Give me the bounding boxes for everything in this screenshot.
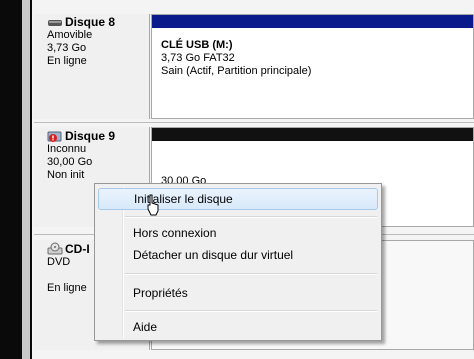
- menu-item-detach-vhd[interactable]: Détacher un disque dur virtuel: [98, 244, 378, 266]
- cd-title: CD-I: [65, 241, 90, 256]
- partition-size: 3,73 Go FAT32: [161, 52, 235, 64]
- cd-drive-icon: [47, 242, 63, 255]
- partition-status: Sain (Actif, Partition principale): [161, 65, 312, 77]
- disk-8-label[interactable]: Disque 8 Amovible 3,73 Go En ligne: [34, 14, 150, 119]
- disk-8-title: Disque 8: [65, 15, 116, 29]
- disk-8-size: 3,73 Go: [47, 42, 87, 54]
- window-left-edge: [0, 0, 32, 359]
- menu-separator: [125, 216, 377, 218]
- disk-8-partition[interactable]: CLÉ USB (M:) 3,73 Go FAT32 Sain (Actif, …: [151, 14, 474, 119]
- disk-8-type: Amovible: [47, 29, 93, 41]
- menu-item-initialize-disk[interactable]: Initialiser le disque: [98, 188, 378, 210]
- disk-9-status: Non init: [47, 169, 85, 181]
- disk-8-title-row: Disque 8: [47, 16, 149, 29]
- disk-9-title: Disque 9: [65, 128, 116, 143]
- menu-item-offline[interactable]: Hors connexion: [98, 222, 378, 244]
- partition-header-bar: [152, 15, 473, 28]
- mouse-cursor-icon: [147, 194, 159, 216]
- usb-drive-icon: [48, 19, 62, 26]
- menu-separator: [125, 310, 377, 312]
- disk-9-title-row: Disque 9: [47, 129, 149, 143]
- disk-9-type: Inconnu: [47, 143, 87, 155]
- disk-8-status: En ligne: [47, 55, 87, 67]
- menu-separator: [125, 273, 377, 275]
- row-separator: [34, 122, 474, 123]
- disk-9-size: 30,00 Go: [47, 156, 93, 168]
- virtual-disk-red-icon: [47, 131, 62, 142]
- window-frame: [22, 0, 30, 359]
- menu-item-help[interactable]: Aide: [98, 316, 378, 338]
- partition-header-bar: [152, 128, 473, 141]
- context-menu: Initialiser le disque Hors connexion Dét…: [94, 183, 382, 341]
- menu-item-properties[interactable]: Propriétés: [98, 282, 378, 304]
- partition-name: CLÉ USB (M:): [161, 39, 233, 51]
